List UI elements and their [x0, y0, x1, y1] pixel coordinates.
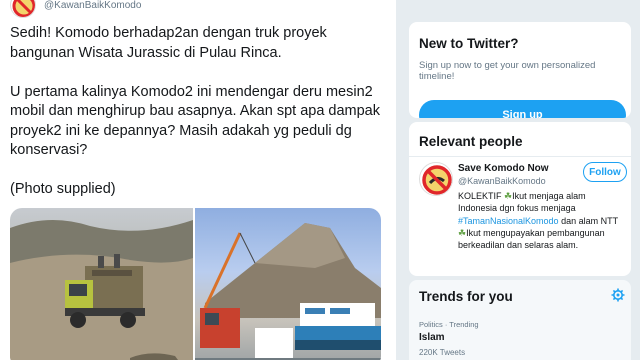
tweet-author-row[interactable]: @KawanBaikKomodo: [10, 0, 141, 18]
tweet-text: Sedih! Komodo berhadap2an dengan truk pr…: [10, 24, 390, 219]
hashtag-link[interactable]: #TamanNasionalKomodo: [458, 216, 559, 226]
tweet-paragraph: U pertama kalinya Komodo2 ini mendengar …: [10, 83, 380, 159]
author-avatar[interactable]: [10, 0, 36, 18]
person-handle[interactable]: @KawanBaikKomodo: [458, 176, 546, 186]
trend-name[interactable]: Islam: [419, 332, 445, 343]
signup-button[interactable]: Sign up: [419, 100, 626, 118]
no-symbol-icon: [422, 165, 452, 195]
trends-card: Trends for you Politics · Trending Islam…: [409, 280, 631, 360]
person-name[interactable]: Save Komodo Now: [458, 163, 549, 174]
bio-text: Ikut mengupayakan pembangunan berkeadila…: [458, 227, 605, 251]
bio-text: dan alam NTT: [558, 215, 618, 226]
tweet-paragraph: Sedih! Komodo berhadap2an dengan truk pr…: [10, 25, 327, 61]
trends-title: Trends for you: [419, 289, 513, 304]
truck-photo-illustration: [10, 219, 193, 360]
no-symbol-icon: [12, 0, 35, 17]
trend-meta: Politics · Trending: [419, 320, 479, 329]
tweet-paragraph: (Photo supplied): [10, 181, 116, 197]
construction-photo-illustration: [195, 223, 381, 360]
author-handle[interactable]: @KawanBaikKomodo: [44, 0, 141, 11]
tweet-photos[interactable]: [10, 208, 381, 360]
photo-construction-boat[interactable]: [195, 208, 381, 360]
tweet-column: @KawanBaikKomodo Sedih! Komodo berhadap2…: [0, 0, 397, 360]
relevant-people-title: Relevant people: [419, 134, 523, 149]
bio-text: KOLEKTIF: [458, 191, 505, 201]
person-avatar[interactable]: [419, 162, 453, 196]
trend-count: 220K Tweets: [419, 348, 466, 357]
person-bio: KOLEKTIF ☘Ikut menjaga alam Indonesia dg…: [458, 190, 626, 251]
new-to-twitter-card: New to Twitter? Sign up now to get your …: [409, 22, 631, 118]
sprout-icon: ☘: [504, 191, 513, 201]
follow-button[interactable]: Follow: [583, 162, 627, 182]
new-to-twitter-subtitle: Sign up now to get your own personalized…: [419, 60, 596, 82]
divider: [409, 156, 631, 157]
photo-truck-komodo[interactable]: [10, 208, 193, 360]
gear-icon[interactable]: [611, 288, 625, 302]
relevant-people-card: Relevant people Save Komodo Now @KawanBa…: [409, 122, 631, 276]
sprout-icon: ☘: [458, 227, 467, 238]
new-to-twitter-title: New to Twitter?: [419, 36, 519, 51]
